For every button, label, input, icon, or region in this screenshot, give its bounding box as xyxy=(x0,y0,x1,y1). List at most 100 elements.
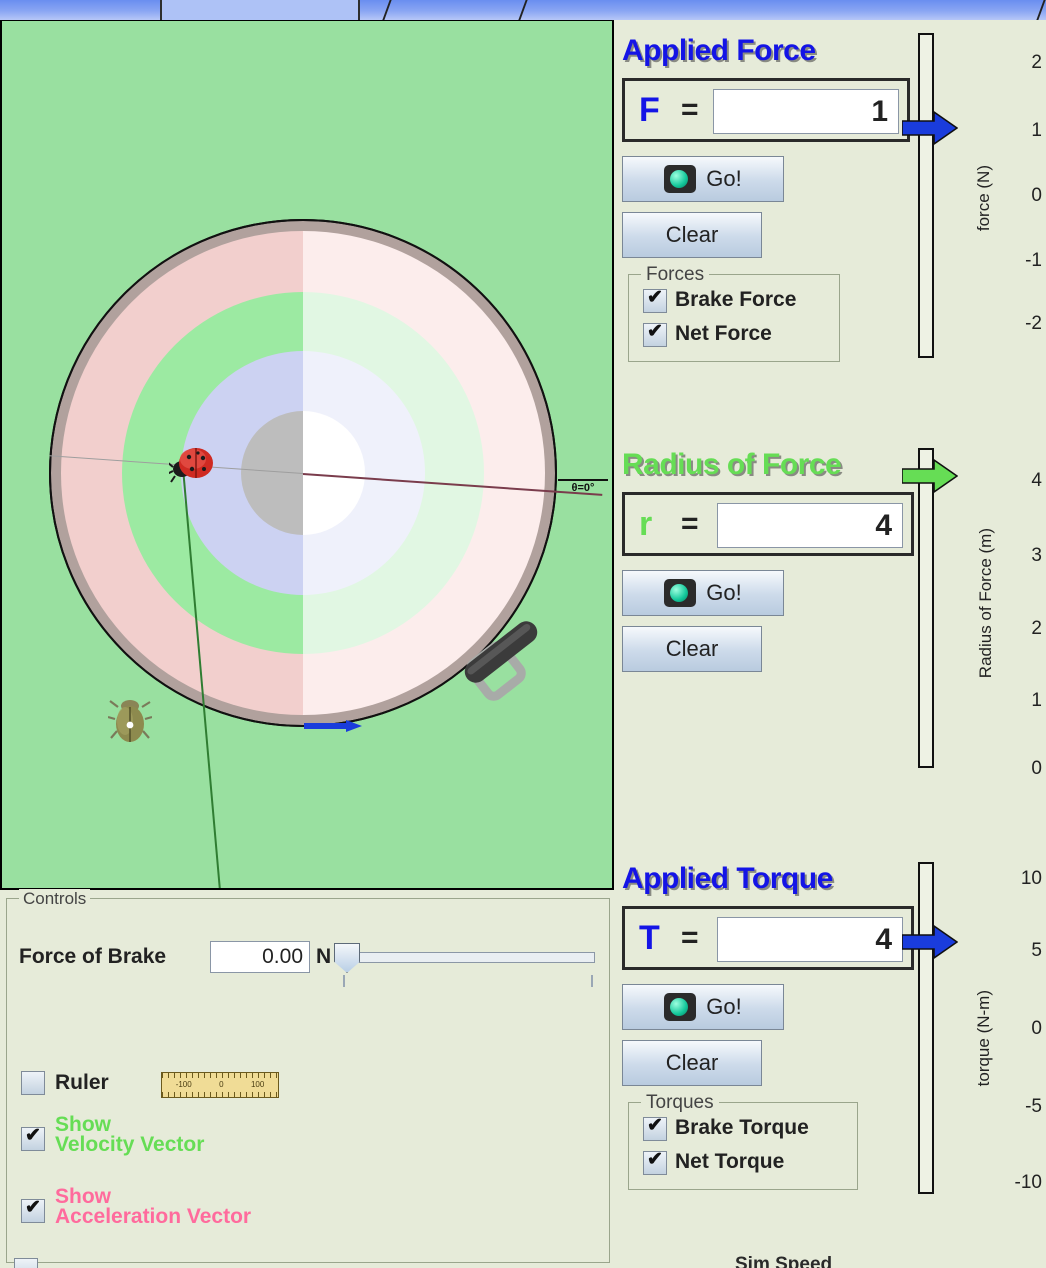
radius-of-force-equation: r = 4 xyxy=(622,492,914,556)
net-force-checkbox[interactable] xyxy=(643,323,667,347)
applied-torque-clear-button[interactable]: Clear xyxy=(622,1040,762,1086)
torque-tick-5: 5 xyxy=(996,940,1042,962)
net-force-label: Net Force xyxy=(675,322,772,346)
force-tick-0: 0 xyxy=(996,185,1042,207)
force-of-brake-slider-track[interactable] xyxy=(339,952,595,963)
applied-force-go-label: Go! xyxy=(706,166,741,192)
ruler-tick-zero: 0 xyxy=(219,1080,223,1089)
applied-force-equation: F = 1 xyxy=(622,78,910,142)
radius-of-force-go-label: Go! xyxy=(706,580,741,606)
applied-force-clear-button[interactable]: Clear xyxy=(622,212,762,258)
window-titlebar: ▼ xyxy=(0,0,1046,20)
radius-of-force-section: Radius of Force r = 4 Go! Clear xyxy=(614,448,914,672)
brake-torque-label: Brake Torque xyxy=(675,1116,809,1140)
ruler-tick-pos: 100 xyxy=(251,1080,264,1089)
force-of-brake-slider-thumb[interactable] xyxy=(334,943,360,973)
force-tick-1: 1 xyxy=(996,120,1042,142)
force-of-brake-input[interactable]: 0.00 xyxy=(210,941,310,973)
sim-speed-label: Sim Speed xyxy=(735,1254,832,1268)
torques-fieldset: Torques Brake Torque Net Torque xyxy=(628,1102,858,1190)
radius-of-force-go-button[interactable]: Go! xyxy=(622,570,784,616)
window-tab[interactable] xyxy=(160,0,360,20)
torque-axis-label: torque (N-m) xyxy=(974,990,994,1086)
acceleration-vector-label: Show Acceleration Vector xyxy=(55,1187,251,1227)
applied-torque-go-button[interactable]: Go! xyxy=(622,984,784,1030)
radius-of-force-input[interactable]: 4 xyxy=(717,503,903,548)
torque-meter-bar[interactable] xyxy=(918,862,934,1194)
radius-of-force-equals: = xyxy=(681,507,699,541)
torques-fieldset-title: Torques xyxy=(641,1092,719,1114)
force-axis-label: force (N) xyxy=(974,165,994,231)
net-torque-checkbox[interactable] xyxy=(643,1151,667,1175)
applied-force-equals: = xyxy=(681,93,699,127)
tab-divider xyxy=(382,0,391,20)
applied-force-input[interactable]: 1 xyxy=(713,89,899,134)
controls-group-title: Controls xyxy=(19,889,90,909)
applied-torque-equation: T = 4 xyxy=(622,906,914,970)
applied-torque-title: Applied Torque xyxy=(622,862,914,896)
velocity-vector-label-line2: Velocity Vector xyxy=(55,1133,204,1156)
forces-fieldset-title: Forces xyxy=(641,264,709,286)
ruler-icon: -100 0 100 xyxy=(161,1072,279,1098)
applied-force-section: Applied Force F = 1 Go! Clear Forces Bra… xyxy=(614,34,910,362)
torque-meter-arrow xyxy=(902,924,958,960)
tab-divider-3 xyxy=(1036,0,1045,20)
force-tick-neg2: -2 xyxy=(996,313,1042,335)
brake-force-checkbox[interactable] xyxy=(643,289,667,313)
slider-tick-max xyxy=(591,975,593,987)
acceleration-vector-label-line2: Acceleration Vector xyxy=(55,1205,251,1228)
force-tick-neg1: -1 xyxy=(996,250,1042,272)
acceleration-vector-checkbox[interactable] xyxy=(21,1199,45,1223)
radius-of-force-symbol: r xyxy=(639,505,652,544)
net-torque-label: Net Torque xyxy=(675,1150,784,1174)
applied-torque-equals: = xyxy=(681,921,699,955)
applied-force-symbol: F xyxy=(639,91,660,130)
forces-fieldset: Forces Brake Force Net Force xyxy=(628,274,840,362)
radius-axis-label: Radius of Force (m) xyxy=(976,528,996,678)
bottom-partial-checkbox[interactable] xyxy=(14,1258,38,1268)
ruler-label: Ruler xyxy=(55,1071,109,1095)
radius-of-force-clear-button[interactable]: Clear xyxy=(622,626,762,672)
beetle-icon[interactable] xyxy=(108,697,152,745)
ladybug-icon[interactable] xyxy=(169,445,217,485)
applied-torque-go-label: Go! xyxy=(706,994,741,1020)
force-of-brake-row: Force of Brake 0.00 N xyxy=(13,941,603,975)
force-tick-2: 2 xyxy=(996,52,1042,74)
radius-tick-3: 3 xyxy=(996,545,1042,567)
radius-tick-2: 2 xyxy=(996,618,1042,640)
force-of-brake-label: Force of Brake xyxy=(19,945,166,969)
ruler-tick-neg: -100 xyxy=(176,1080,192,1089)
radius-meter-bar[interactable] xyxy=(918,448,934,768)
applied-torque-input[interactable]: 4 xyxy=(717,917,903,962)
force-meter-arrow xyxy=(902,110,958,146)
controls-group: Controls Force of Brake 0.00 N Ruler -10… xyxy=(6,898,610,1263)
slider-tick-min xyxy=(343,975,345,987)
ruler-checkbox[interactable] xyxy=(21,1071,45,1095)
torque-tick-10: 10 xyxy=(996,868,1042,890)
torque-tick-neg5: -5 xyxy=(996,1096,1042,1118)
radius-meter-arrow xyxy=(902,458,958,494)
tab-divider-2 xyxy=(518,0,527,20)
applied-force-go-button[interactable]: Go! xyxy=(622,156,784,202)
blue-direction-arrow xyxy=(304,719,364,733)
brake-torque-checkbox[interactable] xyxy=(643,1117,667,1141)
traffic-light-icon xyxy=(664,993,696,1021)
applied-force-clear-label: Clear xyxy=(666,222,719,248)
radius-of-force-clear-label: Clear xyxy=(666,636,719,662)
torque-tick-neg10: -10 xyxy=(996,1172,1042,1194)
brake-force-label: Brake Force xyxy=(675,288,796,312)
brake-pad-icon[interactable] xyxy=(450,607,560,707)
velocity-vector-label: Show Velocity Vector xyxy=(55,1115,204,1155)
radius-of-force-title: Radius of Force xyxy=(622,448,914,482)
radius-tick-1: 1 xyxy=(996,690,1042,712)
angle-indicator: θ=0° xyxy=(558,479,608,503)
force-meter-bar[interactable] xyxy=(918,33,934,358)
traffic-light-icon xyxy=(664,165,696,193)
radius-tick-4: 4 xyxy=(996,470,1042,492)
velocity-vector-checkbox[interactable] xyxy=(21,1127,45,1151)
traffic-light-icon xyxy=(664,579,696,607)
simulation-canvas[interactable]: θ=0° xyxy=(0,20,614,890)
applied-torque-clear-label: Clear xyxy=(666,1050,719,1076)
applied-force-title: Applied Force xyxy=(622,34,910,68)
torque-tick-0: 0 xyxy=(996,1018,1042,1040)
